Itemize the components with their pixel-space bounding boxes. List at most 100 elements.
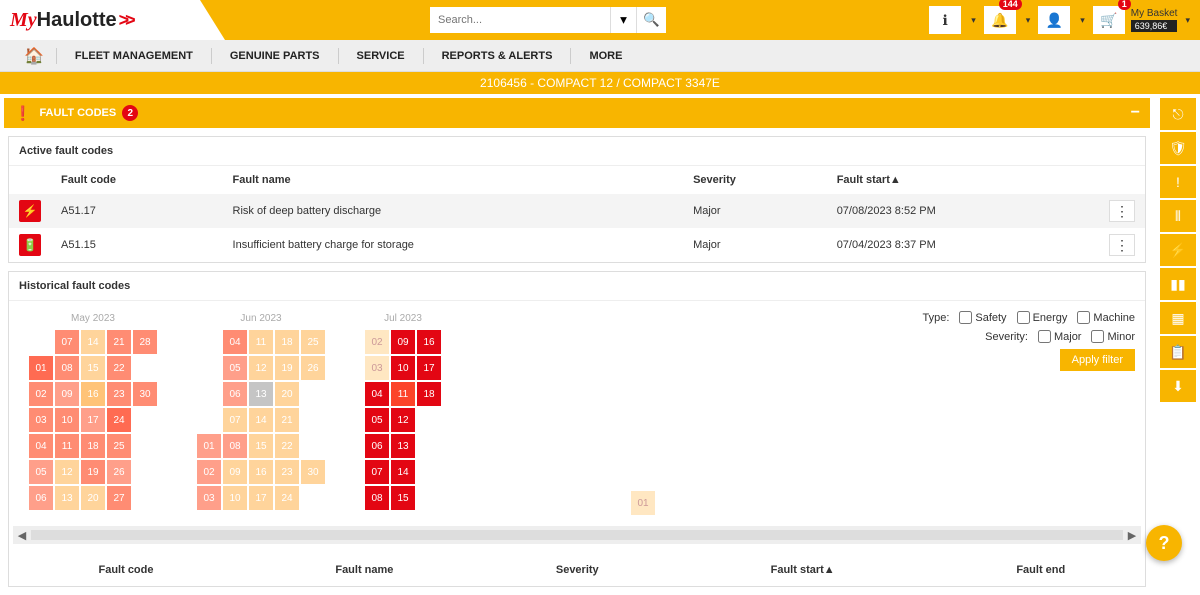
calendar-day[interactable]: 12 [55,460,79,484]
info-menu[interactable]: ℹ [929,6,961,34]
col-fault-code[interactable]: Fault code [51,166,223,194]
scroll-left-arrow[interactable]: ◀ [13,529,31,542]
calendar-day[interactable]: 25 [301,330,325,354]
checkbox-machine[interactable] [1077,311,1090,324]
calendar-day[interactable]: 11 [249,330,273,354]
calendar-day[interactable]: 30 [133,382,157,406]
calendar-day[interactable]: 01 [29,356,53,380]
calendar-day[interactable]: 02 [197,460,221,484]
calendar-day[interactable]: 03 [365,356,389,380]
rail-item-2[interactable]: ! [1160,166,1196,198]
calendar-day[interactable]: 21 [107,330,131,354]
calendar-day[interactable]: 13 [391,434,415,458]
calendar-day[interactable]: 03 [197,486,221,510]
calendar-day[interactable]: 19 [275,356,299,380]
calendar-day[interactable]: 04 [365,382,389,406]
user-menu[interactable]: 👤 [1038,6,1070,34]
logo[interactable]: My Haulotte >> [0,0,200,40]
calendar-day[interactable]: 17 [81,408,105,432]
calendar-day[interactable]: 21 [275,408,299,432]
calendar-day[interactable]: 23 [275,460,299,484]
calendar-day[interactable]: 10 [223,486,247,510]
help-button[interactable]: ? [1146,525,1182,561]
checkbox-safety[interactable] [959,311,972,324]
calendar-day[interactable]: 13 [249,382,273,406]
nav-reports-alerts[interactable]: REPORTS & ALERTS [423,48,571,64]
calendar-day[interactable]: 15 [391,486,415,510]
calendar-day[interactable]: 25 [107,434,131,458]
calendar-day[interactable]: 23 [107,382,131,406]
calendar-day[interactable]: 15 [249,434,273,458]
calendar-day[interactable]: 22 [275,434,299,458]
calendar-day[interactable]: 08 [55,356,79,380]
hist-col-fault-start[interactable]: Fault start▲ [669,556,937,584]
row-actions-menu[interactable]: ⋮ [1109,200,1135,222]
filter-type-machine[interactable]: Machine [1077,311,1135,324]
nav-genuine-parts[interactable]: GENUINE PARTS [211,48,338,64]
hist-col-fault-end[interactable]: Fault end [939,556,1143,584]
rail-item-4[interactable]: ⚡ [1160,234,1196,266]
calendar-day[interactable]: 18 [81,434,105,458]
col-fault-name[interactable]: Fault name [223,166,684,194]
nav-fleet-management[interactable]: FLEET MANAGEMENT [56,48,211,64]
calendar-day[interactable]: 09 [223,460,247,484]
calendar-day[interactable]: 26 [301,356,325,380]
calendar-day[interactable]: 14 [391,460,415,484]
scroll-track[interactable] [31,530,1123,540]
row-actions-menu[interactable]: ⋮ [1109,234,1135,256]
calendar-day[interactable]: 12 [391,408,415,432]
calendar-day[interactable]: 01 [197,434,221,458]
calendar-day[interactable]: 14 [249,408,273,432]
calendar-day[interactable]: 07 [365,460,389,484]
checkbox-energy[interactable] [1017,311,1030,324]
calendar-day[interactable]: 02 [29,382,53,406]
hist-col-fault-name[interactable]: Fault name [243,556,486,584]
notifications-button[interactable]: 🔔 144 [984,6,1016,34]
calendar-day[interactable]: 24 [275,486,299,510]
rail-item-6[interactable]: ▦ [1160,302,1196,334]
rail-item-5[interactable]: ▮▮ [1160,268,1196,300]
hist-col-severity[interactable]: Severity [488,556,667,584]
calendar-day[interactable]: 16 [249,460,273,484]
calendar-day[interactable]: 02 [365,330,389,354]
calendar-day[interactable]: 26 [107,460,131,484]
search-input[interactable] [430,7,610,33]
calendar-day[interactable]: 08 [365,486,389,510]
calendar-scrollbar[interactable]: ◀ ▶ [13,526,1141,544]
nav-service[interactable]: SERVICE [338,48,423,64]
calendar-day[interactable]: 05 [365,408,389,432]
nav-home[interactable]: 🏠 [12,46,56,66]
collapse-button[interactable]: − [1131,104,1140,122]
hist-col-fault-code[interactable]: Fault code [11,556,241,584]
calendar-day[interactable]: 10 [55,408,79,432]
col-fault-start[interactable]: Fault start▲ [827,166,1099,194]
calendar-day[interactable]: 18 [417,382,441,406]
calendar-day[interactable]: 01 [631,491,655,515]
calendar-day[interactable]: 17 [249,486,273,510]
calendar-day[interactable]: 19 [81,460,105,484]
calendar-day[interactable]: 24 [107,408,131,432]
calendar-day[interactable]: 06 [365,434,389,458]
calendar-day[interactable]: 09 [55,382,79,406]
calendar-day[interactable]: 22 [107,356,131,380]
calendar-day[interactable]: 28 [133,330,157,354]
filter-type-energy[interactable]: Energy [1017,311,1068,324]
calendar-day[interactable]: 10 [391,356,415,380]
nav-more[interactable]: MORE [570,48,640,64]
calendar-day[interactable]: 03 [29,408,53,432]
calendar-day[interactable]: 30 [301,460,325,484]
checkbox-minor[interactable] [1091,330,1104,343]
rail-item-3[interactable]: ⫴ [1160,200,1196,232]
apply-filter-button[interactable]: Apply filter [1060,349,1135,371]
calendar-day[interactable]: 20 [81,486,105,510]
calendar-day[interactable]: 07 [223,408,247,432]
calendar-day[interactable]: 27 [107,486,131,510]
basket-button[interactable]: 🛒 1 My Basket 639,86€ ▾ [1093,6,1190,34]
calendar-day[interactable]: 16 [81,382,105,406]
scroll-right-arrow[interactable]: ▶ [1123,529,1141,542]
calendar-day[interactable]: 20 [275,382,299,406]
col-severity[interactable]: Severity [683,166,827,194]
calendar-day[interactable]: 12 [249,356,273,380]
calendar-day[interactable]: 08 [223,434,247,458]
filter-severity-major[interactable]: Major [1038,330,1082,343]
